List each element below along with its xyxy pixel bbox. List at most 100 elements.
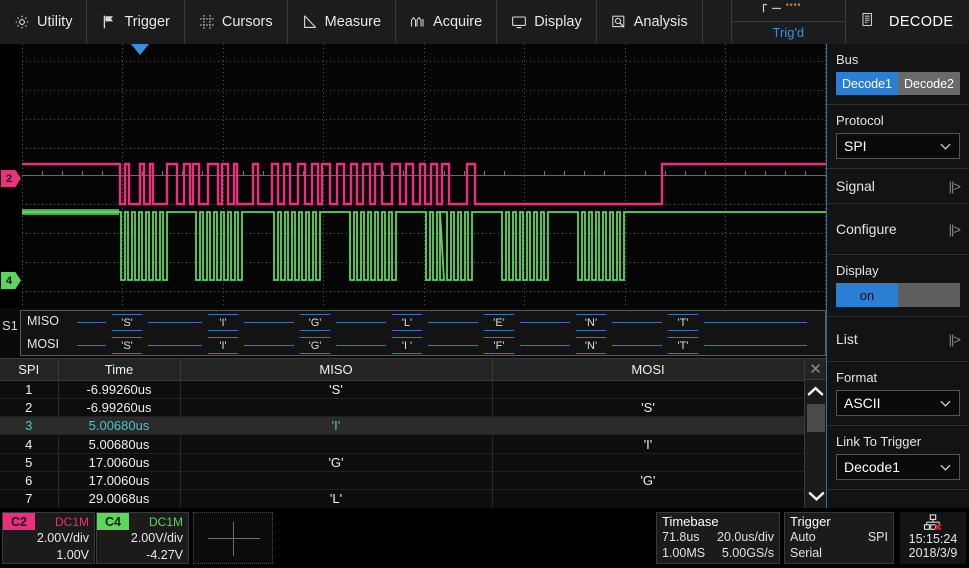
close-icon[interactable]: ✕ bbox=[805, 359, 826, 380]
timebase-box[interactable]: Timebase 71.8us 20.0us/div 1.00MS 5.00GS… bbox=[656, 512, 780, 564]
gear-icon bbox=[14, 14, 30, 30]
table-scrollbar[interactable]: ✕ bbox=[804, 359, 826, 509]
decode-packet[interactable]: 'I' bbox=[201, 337, 245, 354]
timebase-sample-rate: 5.00GS/s bbox=[722, 545, 774, 561]
bus-option-decode1[interactable]: Decode1 bbox=[836, 72, 898, 95]
channel-box-c4[interactable]: C4 DC1M 2.00V/div -4.27V bbox=[96, 512, 189, 564]
decode-packet[interactable]: 'E' bbox=[477, 314, 521, 331]
decode-list-table[interactable]: SPI Time MISO MOSI 1 -6.99260us 'S' 2 bbox=[0, 358, 826, 508]
channel-marker-c2[interactable]: 2 bbox=[1, 170, 21, 187]
trigger-source: Serial bbox=[790, 545, 822, 561]
lan-disconnected-icon[interactable] bbox=[900, 512, 966, 532]
timebase-delay: 71.8us bbox=[662, 529, 700, 545]
cell-mosi bbox=[492, 380, 804, 398]
trigger-position-arrow[interactable] bbox=[131, 44, 149, 55]
format-value: ASCII bbox=[844, 395, 881, 411]
column-header-time: Time bbox=[58, 359, 180, 380]
timebase-memory: 1.00MS bbox=[662, 545, 705, 561]
decode-panel-title: DECODE bbox=[846, 0, 969, 44]
cell-miso bbox=[180, 398, 492, 416]
display-toggle-off[interactable] bbox=[898, 283, 960, 307]
menu-item-trigger[interactable]: Trigger bbox=[87, 0, 184, 44]
decode-line-mosi: MOSI 'S' 'I' 'G' 'I ' 'F' 'N' 'T' bbox=[21, 334, 825, 357]
trigger-mode: Auto bbox=[790, 529, 816, 545]
decode-packet[interactable]: 'F' bbox=[477, 337, 521, 354]
channel-scale: 2.00V/div bbox=[97, 530, 188, 547]
channel-tag: C4 bbox=[97, 513, 129, 530]
display-toggle-on[interactable]: on bbox=[836, 283, 898, 307]
column-header-mosi: MOSI bbox=[492, 359, 804, 380]
decode-packet[interactable]: 'I' bbox=[201, 314, 245, 331]
menu-item-display[interactable]: Display bbox=[497, 0, 597, 44]
decode-annotation-row[interactable]: S1 MISO 'S' 'I' 'G' 'L' 'E' 'N' 'T' MOSI… bbox=[0, 308, 826, 358]
table-row[interactable]: 5 17.0060us 'G' bbox=[0, 453, 826, 471]
decode-packet[interactable]: 'I ' bbox=[385, 337, 429, 354]
menu-label: Measure bbox=[325, 14, 381, 30]
format-dropdown[interactable]: ASCII bbox=[836, 390, 960, 416]
bus-selector[interactable]: Decode1 Decode2 bbox=[836, 72, 960, 95]
cell-mosi bbox=[492, 453, 804, 471]
cell-time: 17.0060us bbox=[58, 471, 180, 489]
menu-item-measure[interactable]: Measure bbox=[288, 0, 396, 44]
submenu-arrow-icon: ||> bbox=[949, 222, 960, 237]
display-toggle[interactable]: on bbox=[836, 283, 960, 307]
sidebar-section-protocol: Protocol SPI bbox=[827, 105, 969, 169]
bottom-status-bar: C2 DC1M 2.00V/div 1.00V C4 DC1M 2.00V/di… bbox=[0, 508, 969, 568]
menu-item-utility[interactable]: Utility bbox=[0, 0, 87, 44]
main-menu-bar: Utility Trigger Cursors Measure Acquire bbox=[0, 0, 969, 44]
decode-packet[interactable]: 'S' bbox=[105, 337, 149, 354]
decode-line-label: MOSI bbox=[27, 337, 59, 351]
bus-label: Bus bbox=[836, 52, 960, 67]
sidebar-section-configure: Configure ||> bbox=[827, 204, 969, 255]
monitor-icon bbox=[511, 14, 527, 30]
channel-coupling: DC1M bbox=[149, 513, 188, 530]
table-row[interactable]: 2 -6.99260us 'S' bbox=[0, 398, 826, 416]
sidebar-item-signal[interactable]: Signal ||> bbox=[827, 169, 969, 203]
menu-label: Trigger bbox=[124, 14, 169, 30]
menu-item-cursors[interactable]: Cursors bbox=[185, 0, 288, 44]
chevron-up-icon[interactable] bbox=[805, 380, 826, 402]
decode-packet[interactable]: 'G' bbox=[293, 314, 337, 331]
decode-packet[interactable]: 'N' bbox=[569, 314, 613, 331]
sidebar-item-list[interactable]: List ||> bbox=[827, 317, 969, 361]
cell-index: 5 bbox=[0, 453, 58, 471]
menu-label: Acquire bbox=[433, 14, 482, 30]
xy-display-icon[interactable] bbox=[193, 512, 273, 564]
trigger-title: Trigger bbox=[785, 513, 893, 529]
table-row[interactable]: 6 17.0060us 'G' bbox=[0, 471, 826, 489]
sidebar-item-configure[interactable]: Configure ||> bbox=[827, 204, 969, 254]
decode-packet[interactable]: 'G' bbox=[293, 337, 337, 354]
menu-item-acquire[interactable]: Acquire bbox=[396, 0, 497, 44]
channel-box-c2[interactable]: C2 DC1M 2.00V/div 1.00V bbox=[2, 512, 95, 564]
chevron-down-icon[interactable] bbox=[805, 485, 827, 507]
sidebar-section-list: List ||> bbox=[827, 317, 969, 362]
signal-label: Signal bbox=[836, 178, 875, 194]
panel-title-label: DECODE bbox=[889, 14, 953, 30]
table-row[interactable]: 7 29.0068us 'L' bbox=[0, 490, 826, 508]
scrollbar-thumb[interactable] bbox=[807, 404, 825, 432]
decode-packet[interactable]: 'N' bbox=[569, 337, 613, 354]
decode-packet[interactable]: 'S' bbox=[105, 314, 149, 331]
bus-option-decode2[interactable]: Decode2 bbox=[898, 72, 960, 95]
link-to-trigger-label: Link To Trigger bbox=[836, 434, 960, 449]
waveform-display[interactable]: 2 4 bbox=[0, 44, 826, 308]
trigger-status-block[interactable]: Trig'd bbox=[731, 0, 846, 44]
link-to-trigger-dropdown[interactable]: Decode1 bbox=[836, 454, 960, 480]
cell-miso bbox=[180, 435, 492, 453]
decode-packet[interactable]: 'T' bbox=[661, 314, 705, 331]
decode-packet[interactable]: 'T' bbox=[661, 337, 705, 354]
cell-index: 6 bbox=[0, 471, 58, 489]
table-row[interactable]: 1 -6.99260us 'S' bbox=[0, 380, 826, 398]
menu-label: Cursors bbox=[222, 14, 273, 30]
channel-marker-c4[interactable]: 4 bbox=[1, 272, 21, 289]
decode-packet[interactable]: 'L' bbox=[385, 314, 429, 331]
table-row-selected[interactable]: 3 5.00680us 'I' bbox=[0, 417, 826, 435]
trigger-box[interactable]: Trigger Auto SPI Serial bbox=[784, 512, 894, 564]
chevron-down-icon bbox=[939, 461, 952, 474]
protocol-dropdown[interactable]: SPI bbox=[836, 133, 960, 159]
sidebar-section-link-trigger: Link To Trigger Decode1 bbox=[827, 426, 969, 490]
menu-item-analysis[interactable]: Analysis bbox=[597, 0, 703, 44]
cell-miso bbox=[180, 471, 492, 489]
list-label: List bbox=[836, 331, 858, 347]
table-row[interactable]: 4 5.00680us 'I' bbox=[0, 435, 826, 453]
